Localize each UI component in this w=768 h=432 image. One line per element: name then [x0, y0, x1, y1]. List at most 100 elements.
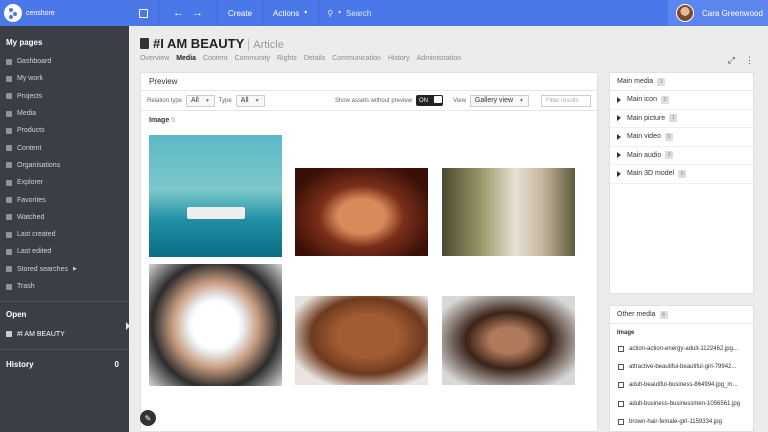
- sidebar-item-products[interactable]: Products: [0, 122, 129, 139]
- sidebar-item-label: Trash: [17, 283, 35, 290]
- expand-triangle-icon: [617, 115, 621, 122]
- view-label: View: [453, 97, 466, 104]
- other-media-file-name: adult-beautiful-business-864994.jpg_m...: [629, 382, 738, 389]
- dashboard-icon: [6, 58, 12, 65]
- thumbnail-image[interactable]: [442, 296, 575, 385]
- more-icon[interactable]: ⋮: [745, 55, 754, 66]
- tab-history[interactable]: History: [388, 55, 410, 62]
- sidebar-item-projects[interactable]: Projects: [0, 88, 129, 105]
- tab-administration[interactable]: Administration: [417, 55, 461, 62]
- filter-results-input[interactable]: Filter results: [541, 94, 591, 107]
- other-media-title: Other media 6: [610, 306, 753, 324]
- main-media-row-label: Main icon: [627, 96, 657, 104]
- sidebar-item-favorites[interactable]: Favorites: [0, 191, 129, 208]
- user-menu[interactable]: Cara Greenwood: [668, 0, 768, 26]
- other-media-file[interactable]: adult-beautiful-business-864994.jpg_m...: [610, 376, 753, 394]
- thumbnail-image[interactable]: [442, 168, 575, 256]
- nav-buttons: ← →: [159, 0, 218, 26]
- sidebar-item-media[interactable]: Media: [0, 105, 129, 122]
- sidebar-item-label: Stored searches: [17, 265, 68, 273]
- show-assets-toggle[interactable]: ON: [416, 95, 444, 106]
- forward-arrow-icon[interactable]: →: [192, 7, 203, 19]
- thumbnail-image[interactable]: [149, 135, 282, 257]
- sidebar-item-explorer[interactable]: Explorer: [0, 174, 129, 191]
- sidebar-item-stored-searches[interactable]: Stored searches ▶: [0, 261, 129, 278]
- expand-icon[interactable]: ⤢: [728, 55, 735, 66]
- logo[interactable]: censhore: [0, 0, 129, 26]
- thumbnail-image[interactable]: [295, 296, 428, 385]
- tab-media[interactable]: Media: [176, 55, 196, 62]
- back-arrow-icon[interactable]: ←: [173, 7, 184, 19]
- view-select[interactable]: Gallery view ▼: [469, 94, 529, 107]
- thumbnail-image[interactable]: [295, 168, 428, 256]
- image-group-heading: Image 6: [141, 111, 597, 124]
- globe-icon: [6, 162, 12, 169]
- toggle-panel-button[interactable]: [129, 0, 159, 26]
- sidebar-history-label: History: [6, 360, 34, 370]
- main-media-row[interactable]: Main audio 0: [610, 147, 753, 165]
- sidebar-item-dashboard[interactable]: Dashboard: [0, 53, 129, 70]
- sidebar-item-my-work[interactable]: My work: [0, 70, 129, 87]
- chevron-right-icon: ▶: [72, 266, 77, 273]
- other-media-file[interactable]: attractive-beautiful-beautiful-girl-7994…: [610, 358, 753, 376]
- tab-overview[interactable]: Overview: [140, 55, 169, 62]
- expand-triangle-icon: [617, 96, 621, 103]
- logo-text: censhore: [26, 9, 55, 17]
- sidebar-item-label: Projects: [17, 92, 43, 100]
- main-media-row[interactable]: Main 3D model 0: [610, 165, 753, 184]
- other-media-file[interactable]: action-action-energy-adult-1122462.jpg..…: [610, 340, 753, 358]
- sidebar-open-item-label: #I AM BEAUTY: [17, 330, 65, 338]
- sidebar-item-watched[interactable]: Watched: [0, 209, 129, 226]
- user-name: Cara Greenwood: [702, 8, 763, 18]
- actions-button[interactable]: Actions ▼: [263, 0, 320, 26]
- tab-details[interactable]: Details: [304, 55, 325, 62]
- sidebar-item-last-edited[interactable]: Last edited: [0, 243, 129, 260]
- image-file-icon: [618, 382, 624, 389]
- other-media-file-name: brown-hair-female-girl-1159334.jpg: [629, 418, 722, 425]
- explorer-icon: [6, 179, 12, 186]
- tab-rights[interactable]: Rights: [277, 55, 297, 62]
- caret-down-icon: ▼: [204, 97, 210, 104]
- other-media-file[interactable]: brown-hair-female-girl-1159334.jpg: [610, 413, 753, 431]
- other-media-file-name: attractive-beautiful-beautiful-girl-7994…: [629, 364, 737, 371]
- main-media-row[interactable]: Main picture 1: [610, 110, 753, 128]
- media-icon: [6, 110, 12, 117]
- sidebar-open-item[interactable]: #I AM BEAUTY: [0, 325, 129, 343]
- relation-type-select[interactable]: All ▼: [186, 94, 215, 107]
- count-badge: 0: [665, 151, 674, 160]
- page-type: Article: [248, 39, 284, 51]
- sidebar-item-organisations[interactable]: Organisations: [0, 157, 129, 174]
- avatar: [676, 4, 694, 22]
- caret-down-icon: ▼: [519, 97, 524, 104]
- file-icon: [6, 331, 12, 338]
- count-badge: 0: [664, 132, 673, 141]
- sidebar-item-trash[interactable]: Trash: [0, 278, 129, 295]
- tab-community[interactable]: Community: [235, 55, 270, 62]
- sidebar-item-content[interactable]: Content: [0, 139, 129, 156]
- pin-icon[interactable]: ✎: [140, 410, 156, 426]
- search-placeholder: Search: [346, 8, 372, 18]
- other-media-file[interactable]: adult-business-businessmen-1056561.jpg: [610, 395, 753, 413]
- logo-icon: [4, 4, 22, 22]
- tab-content[interactable]: Content: [203, 55, 228, 62]
- show-assets-label: Show assets without preview: [334, 97, 413, 104]
- sidebar-history-count: 0: [114, 360, 119, 370]
- heart-icon: [6, 197, 12, 204]
- sidebar-collapse-icon[interactable]: [126, 322, 130, 330]
- image-file-icon: [618, 364, 624, 371]
- tab-communication[interactable]: Communication: [332, 55, 381, 62]
- other-media-title-label: Other media: [617, 311, 656, 318]
- preview-panel: Preview Relation type All ▼ Type All ▼ S…: [140, 72, 598, 432]
- main-media-row[interactable]: Main video 0: [610, 128, 753, 147]
- sidebar-item-last-created[interactable]: Last created: [0, 226, 129, 243]
- main-media-row[interactable]: Main icon 0: [610, 91, 753, 110]
- eye-icon: [6, 214, 12, 221]
- sidebar-history[interactable]: History 0: [0, 350, 129, 375]
- type-select[interactable]: All ▼: [235, 94, 265, 107]
- actions-label: Actions: [273, 8, 300, 18]
- caret-down-icon: ▼: [254, 97, 260, 104]
- create-button[interactable]: Create: [218, 0, 264, 26]
- search-input[interactable]: ⚲ ▼ Search: [319, 9, 668, 18]
- image-file-icon: [618, 346, 624, 353]
- thumbnail-image[interactable]: [149, 264, 282, 386]
